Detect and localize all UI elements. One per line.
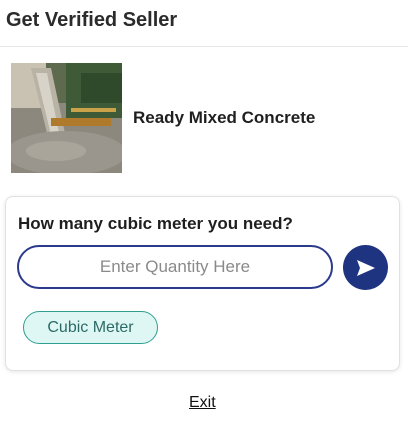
product-name: Ready Mixed Concrete bbox=[133, 108, 316, 127]
page-title: Get Verified Seller bbox=[6, 9, 178, 31]
quantity-input[interactable] bbox=[17, 245, 333, 289]
unit-option-cubic-meter[interactable]: Cubic Meter bbox=[23, 311, 158, 344]
send-button[interactable] bbox=[343, 245, 388, 290]
quantity-question: How many cubic meter you need? bbox=[18, 214, 293, 233]
concrete-pour-photo-icon bbox=[11, 63, 122, 173]
product-summary: Ready Mixed Concrete bbox=[11, 63, 401, 173]
exit-link[interactable]: Exit bbox=[189, 394, 216, 412]
send-arrow-icon bbox=[356, 259, 375, 276]
page-header: Get Verified Seller bbox=[0, 0, 408, 47]
product-image bbox=[11, 63, 122, 173]
quantity-card: How many cubic meter you need? Cubic Met… bbox=[5, 196, 400, 371]
